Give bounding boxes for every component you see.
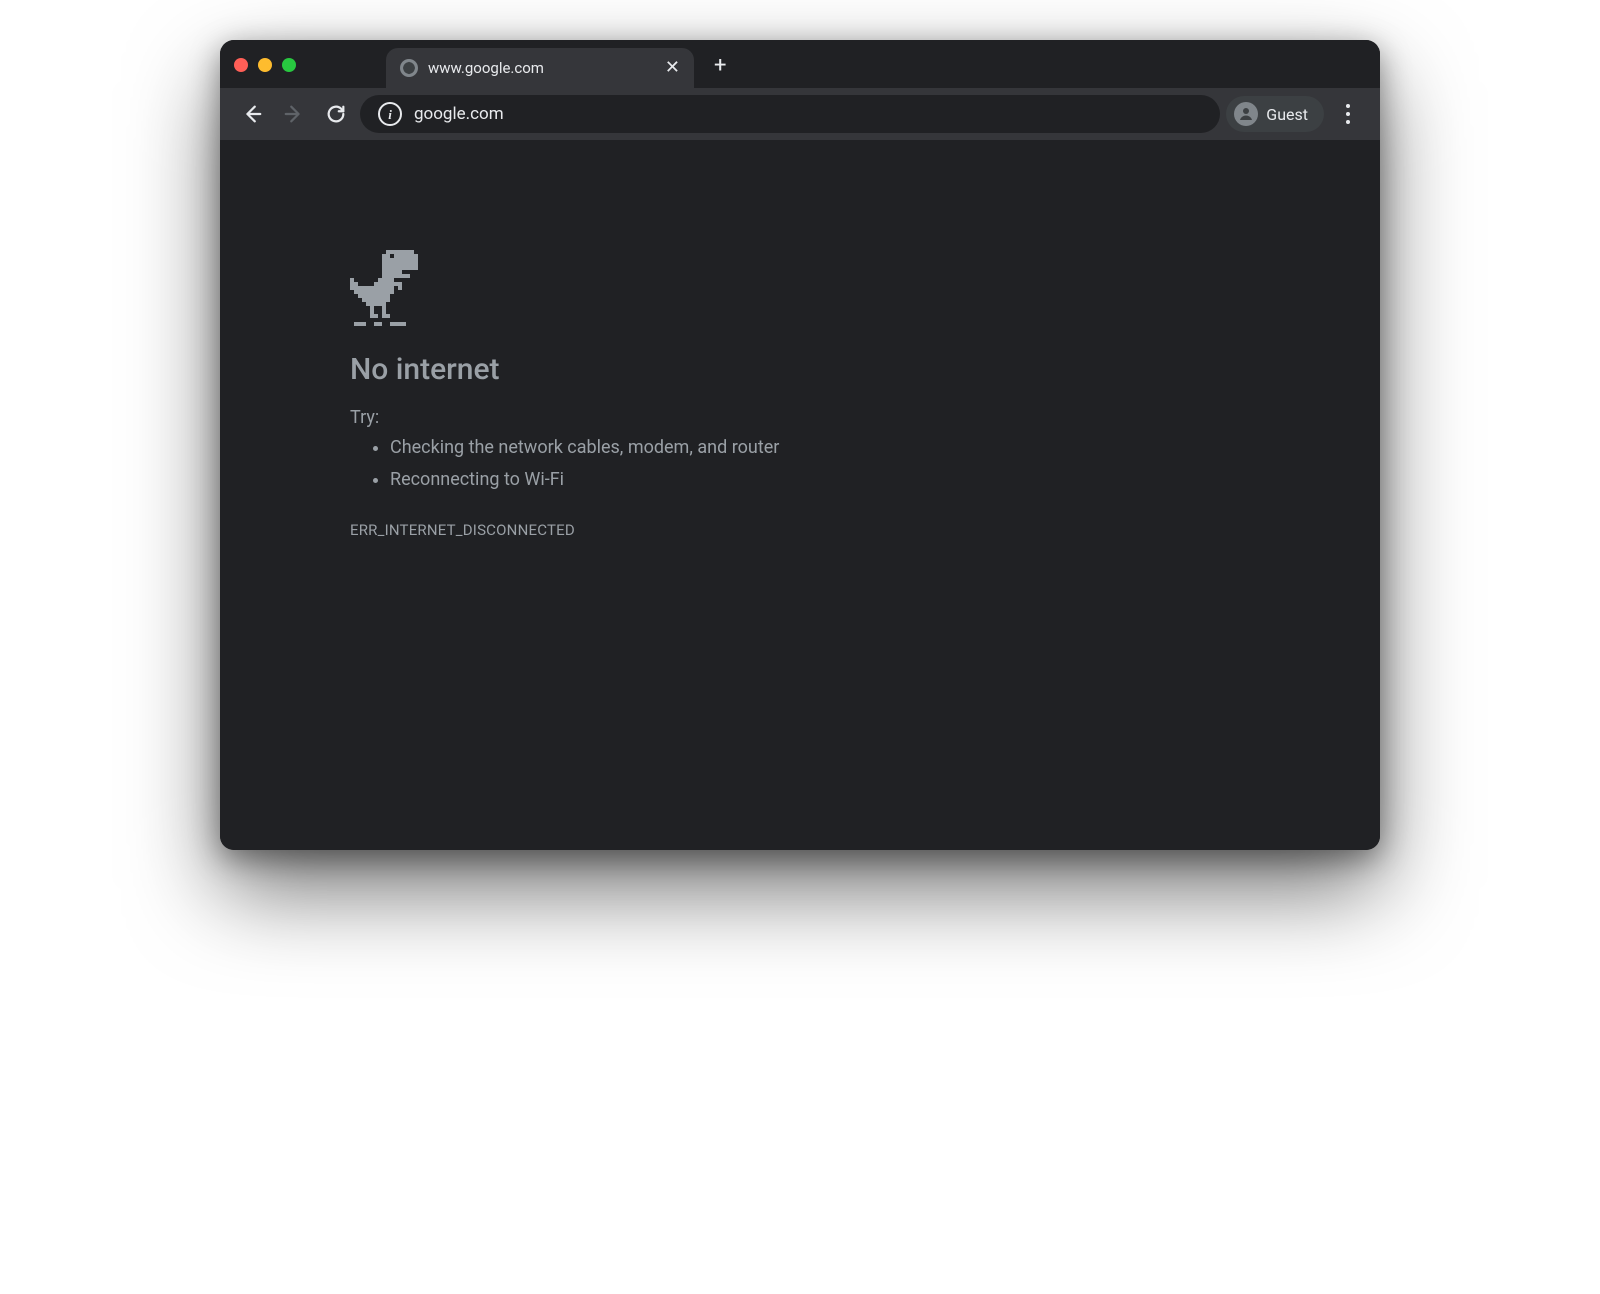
address-bar-text: google.com [414,104,504,124]
toolbar: i google.com Guest [220,88,1380,140]
window-controls [234,58,296,72]
globe-icon [400,59,418,77]
error-heading: No internet [350,352,990,387]
browser-window: www.google.com ✕ + i google.com Guest [220,40,1380,850]
menu-button[interactable] [1330,96,1366,132]
close-window-button[interactable] [234,58,248,72]
profile-button[interactable]: Guest [1226,96,1324,132]
address-bar[interactable]: i google.com [360,95,1220,133]
site-info-icon[interactable]: i [378,102,402,126]
error-code: ERR_INTERNET_DISCONNECTED [350,521,990,539]
minimize-window-button[interactable] [258,58,272,72]
profile-label: Guest [1266,105,1308,124]
dino-icon[interactable] [350,250,422,326]
close-tab-button[interactable]: ✕ [665,59,680,77]
reload-button[interactable] [318,96,354,132]
maximize-window-button[interactable] [282,58,296,72]
tab[interactable]: www.google.com ✕ [386,48,694,88]
try-label: Try: [350,407,990,428]
suggestion-item: Checking the network cables, modem, and … [390,432,990,464]
error-box: No internet Try: Checking the network ca… [350,250,990,539]
back-button[interactable] [234,96,270,132]
tab-title: www.google.com [428,59,544,77]
suggestion-item: Reconnecting to Wi-Fi [390,464,990,496]
page-content: No internet Try: Checking the network ca… [220,140,1380,850]
forward-button[interactable] [276,96,312,132]
suggestion-list: Checking the network cables, modem, and … [350,432,990,497]
tab-strip: www.google.com ✕ + [220,40,1380,88]
new-tab-button[interactable]: + [704,53,736,88]
avatar-icon [1234,102,1258,126]
